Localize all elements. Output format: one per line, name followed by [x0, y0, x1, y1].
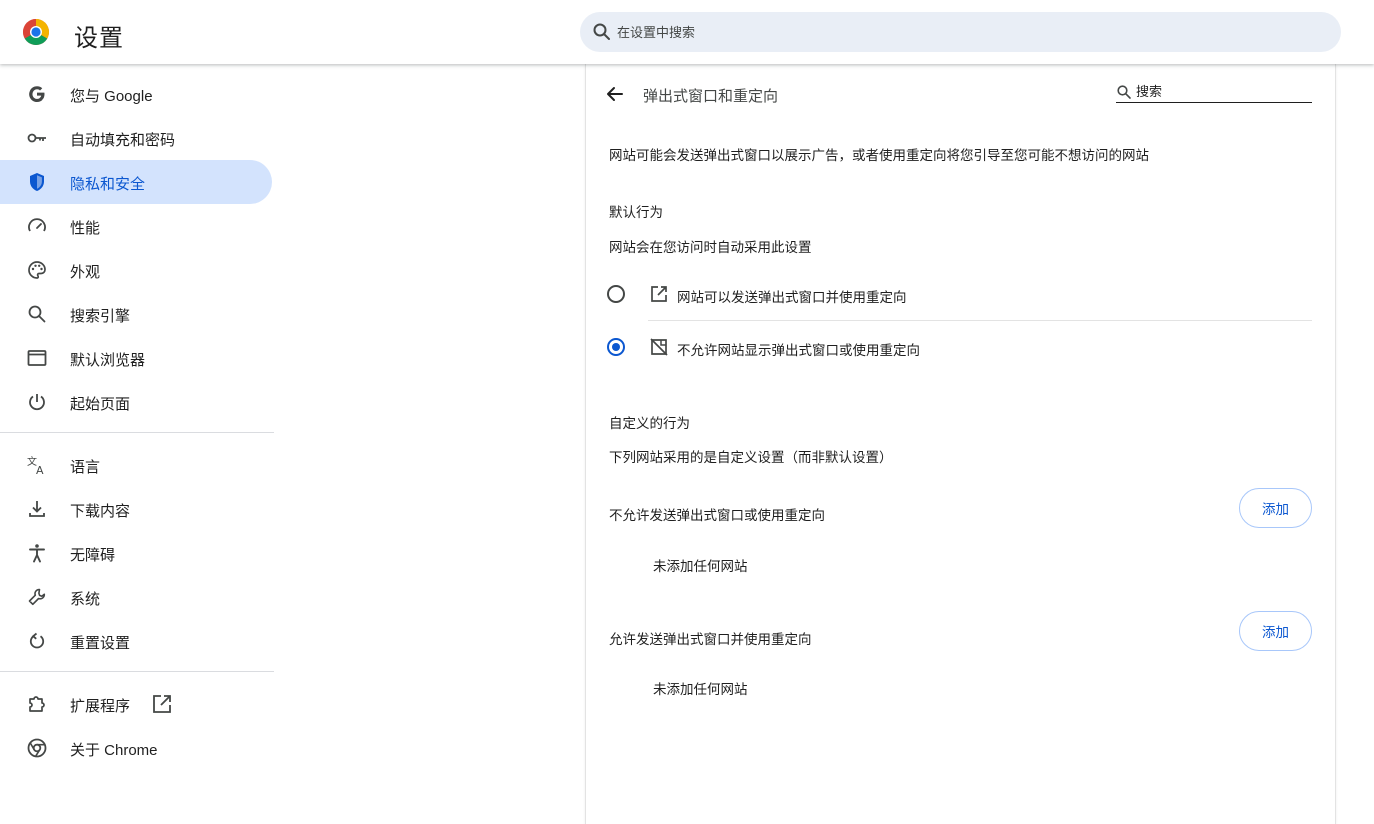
- sidebar-item-performance[interactable]: 性能: [0, 204, 272, 248]
- sidebar-item-downloads[interactable]: 下载内容: [0, 487, 272, 531]
- top-bar: 设置: [0, 0, 1374, 64]
- custom-behavior-heading: 自定义的行为: [609, 416, 690, 431]
- browser-window-icon: [26, 347, 48, 369]
- sidebar-item-label: 外观: [70, 264, 101, 281]
- allow-list-label: 允许发送弹出式窗口并使用重定向: [609, 632, 812, 647]
- sidebar-item-label: 性能: [70, 220, 101, 237]
- sidebar-item-system[interactable]: 系统: [0, 575, 272, 619]
- default-behavior-heading: 默认行为: [609, 205, 663, 220]
- sidebar-item-reset[interactable]: 重置设置: [0, 619, 272, 663]
- site-search-input[interactable]: [1136, 81, 1306, 101]
- sidebar-item-label: 重置设置: [70, 635, 131, 652]
- option-divider: [648, 320, 1312, 321]
- default-behavior-subheading: 网站会在您访问时自动采用此设置: [609, 240, 812, 255]
- sidebar-item-label: 默认浏览器: [70, 352, 146, 369]
- radio-block-popups[interactable]: [607, 338, 625, 356]
- sidebar-item-label: 下载内容: [70, 503, 131, 520]
- open-in-new-icon: [153, 695, 171, 713]
- sidebar-item-label: 语言: [70, 459, 101, 476]
- sidebar-item-languages[interactable]: 文A 语言: [0, 443, 272, 487]
- sidebar-item-extensions[interactable]: 扩展程序: [0, 682, 272, 726]
- sidebar-item-label: 起始页面: [70, 396, 131, 413]
- custom-behavior-subheading: 下列网站采用的是自定义设置（而非默认设置）: [609, 450, 893, 465]
- sidebar-item-startup[interactable]: 起始页面: [0, 380, 272, 424]
- search-icon: [593, 23, 610, 40]
- back-arrow-icon[interactable]: [603, 82, 627, 106]
- option-allow-popups[interactable]: 网站可以发送弹出式窗口并使用重定向: [607, 274, 1313, 314]
- sidebar-item-label: 无障碍: [70, 547, 116, 564]
- sidebar-nav: 您与 Google 自动填充和密码 隐私和安全 性能 外观 搜索引擎 默认浏览器…: [0, 72, 274, 770]
- download-icon: [26, 498, 48, 520]
- page-description: 网站可能会发送弹出式窗口以展示广告，或者使用重定向将您引导至您可能不想访问的网站: [609, 148, 1149, 163]
- sidebar-item-label: 关于 Chrome: [70, 742, 158, 759]
- accessibility-icon: [26, 542, 48, 564]
- sidebar-item-accessibility[interactable]: 无障碍: [0, 531, 272, 575]
- sidebar-divider: [0, 671, 274, 672]
- radio-allow-popups[interactable]: [607, 285, 625, 303]
- palette-icon: [26, 259, 48, 281]
- sidebar-item-privacy[interactable]: 隐私和安全: [0, 160, 272, 204]
- sidebar-item-you-and-google[interactable]: 您与 Google: [0, 72, 272, 116]
- add-allowed-site-button[interactable]: 添加: [1239, 611, 1312, 651]
- popups-settings-card: 弹出式窗口和重定向 网站可能会发送弹出式窗口以展示广告，或者使用重定向将您引导至…: [586, 64, 1335, 824]
- app-title: 设置: [74, 25, 124, 52]
- wrench-icon: [26, 586, 48, 608]
- shield-icon: [26, 171, 48, 193]
- add-blocked-site-button[interactable]: 添加: [1239, 488, 1312, 528]
- key-icon: [26, 127, 48, 149]
- chrome-logo-icon: [23, 19, 49, 45]
- sidebar-item-about-chrome[interactable]: 关于 Chrome: [0, 726, 272, 770]
- sidebar-item-search-engine[interactable]: 搜索引擎: [0, 292, 272, 336]
- sidebar-divider: [0, 432, 274, 433]
- chrome-icon: [26, 737, 48, 759]
- svg-text:A: A: [36, 464, 44, 476]
- site-search-box[interactable]: [1116, 81, 1312, 103]
- sidebar-item-label: 系统: [70, 591, 101, 608]
- puzzle-icon: [26, 693, 48, 715]
- sidebar-item-label: 自动填充和密码: [70, 132, 176, 149]
- page-title: 弹出式窗口和重定向: [643, 88, 779, 105]
- popup-blocked-icon: [650, 338, 668, 356]
- speedometer-icon: [26, 215, 48, 237]
- sidebar-item-label: 搜索引擎: [70, 308, 131, 325]
- sidebar-item-label: 扩展程序: [70, 698, 131, 715]
- search-icon: [26, 303, 48, 325]
- option-label: 不允许网站显示弹出式窗口或使用重定向: [677, 343, 920, 358]
- option-block-popups[interactable]: 不允许网站显示弹出式窗口或使用重定向: [607, 327, 1313, 367]
- power-icon: [26, 391, 48, 413]
- allow-list-empty: 未添加任何网站: [653, 682, 748, 697]
- sidebar-item-autofill[interactable]: 自动填充和密码: [0, 116, 272, 160]
- block-list-empty: 未添加任何网站: [653, 559, 748, 574]
- option-label: 网站可以发送弹出式窗口并使用重定向: [677, 290, 907, 305]
- reset-icon: [26, 630, 48, 652]
- sidebar-item-appearance[interactable]: 外观: [0, 248, 272, 292]
- sidebar-item-label: 隐私和安全: [70, 176, 146, 193]
- search-icon: [1117, 85, 1131, 99]
- settings-search-box[interactable]: [580, 12, 1341, 52]
- google-g-icon: [26, 83, 48, 105]
- translate-icon: 文A: [26, 454, 48, 476]
- open-in-new-icon: [651, 286, 667, 302]
- sidebar-item-label: 您与 Google: [70, 88, 153, 105]
- block-list-label: 不允许发送弹出式窗口或使用重定向: [609, 508, 825, 523]
- sidebar-item-default-browser[interactable]: 默认浏览器: [0, 336, 272, 380]
- settings-search-input[interactable]: [617, 12, 1317, 52]
